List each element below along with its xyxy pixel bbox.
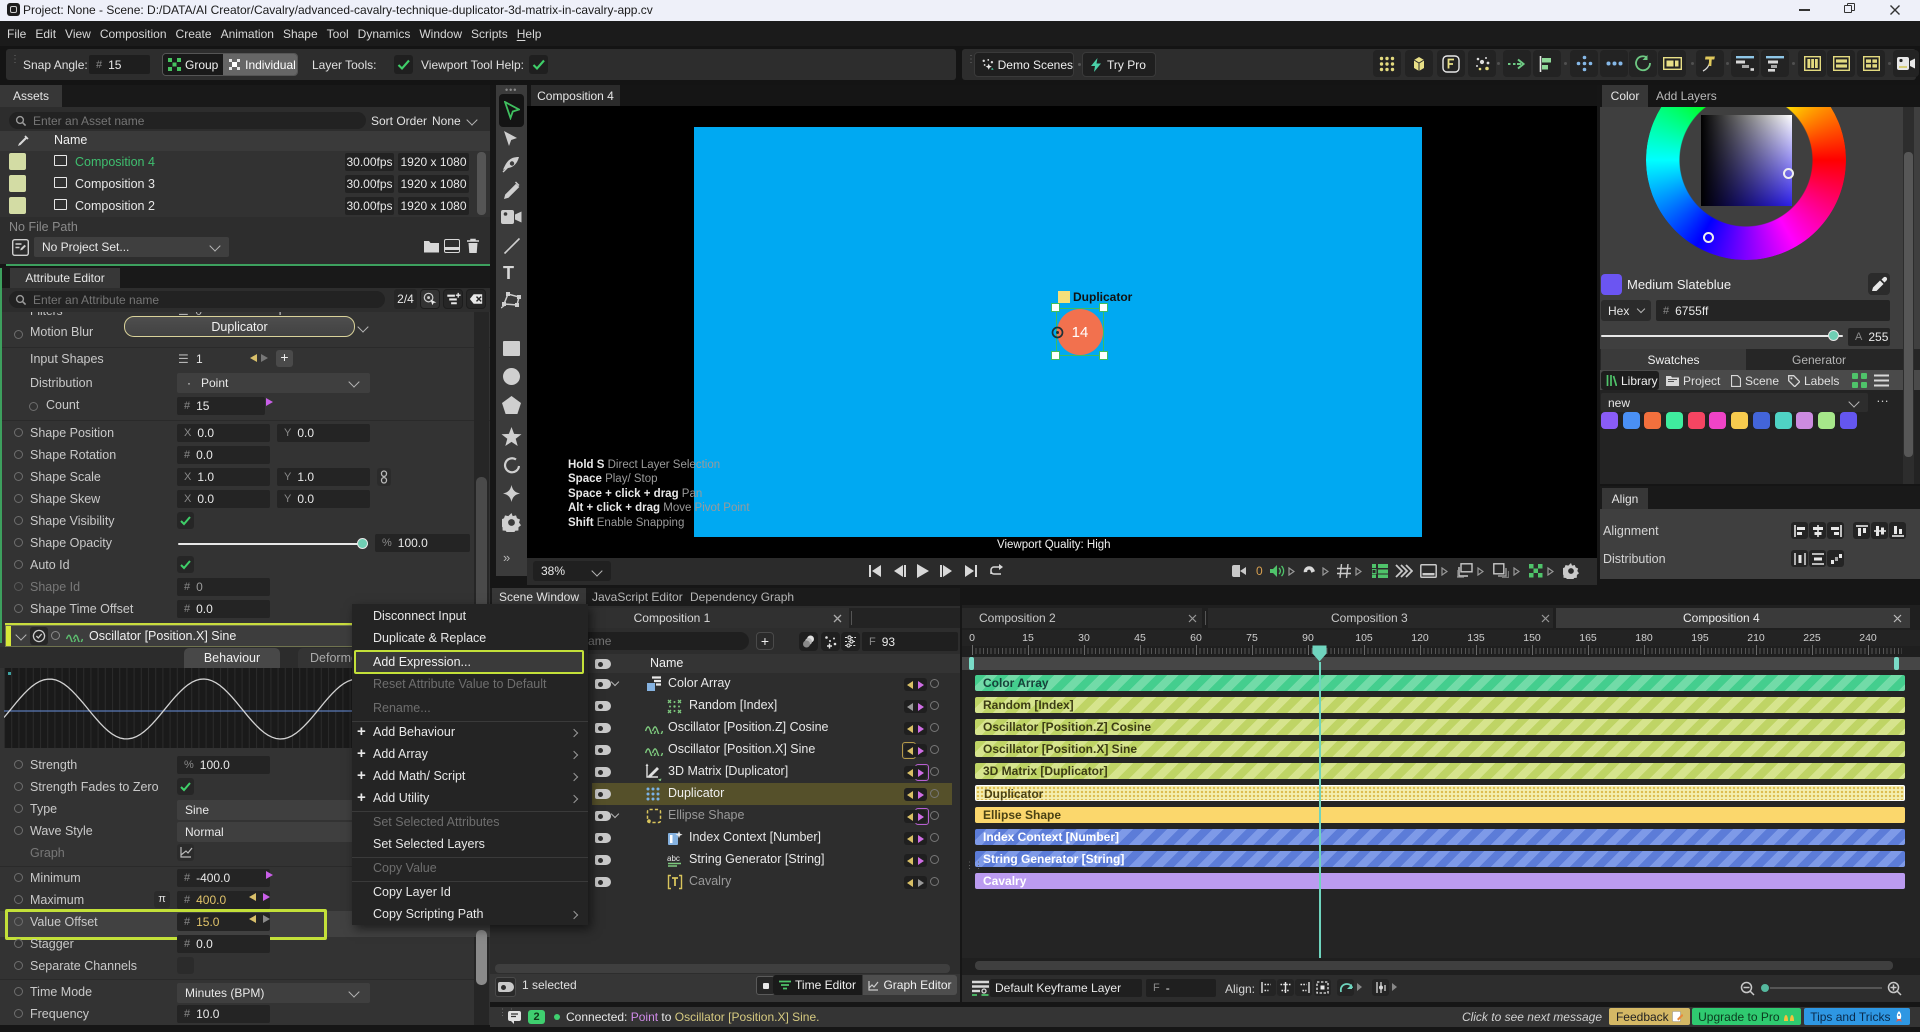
svg-text:abc: abc [667,854,680,863]
